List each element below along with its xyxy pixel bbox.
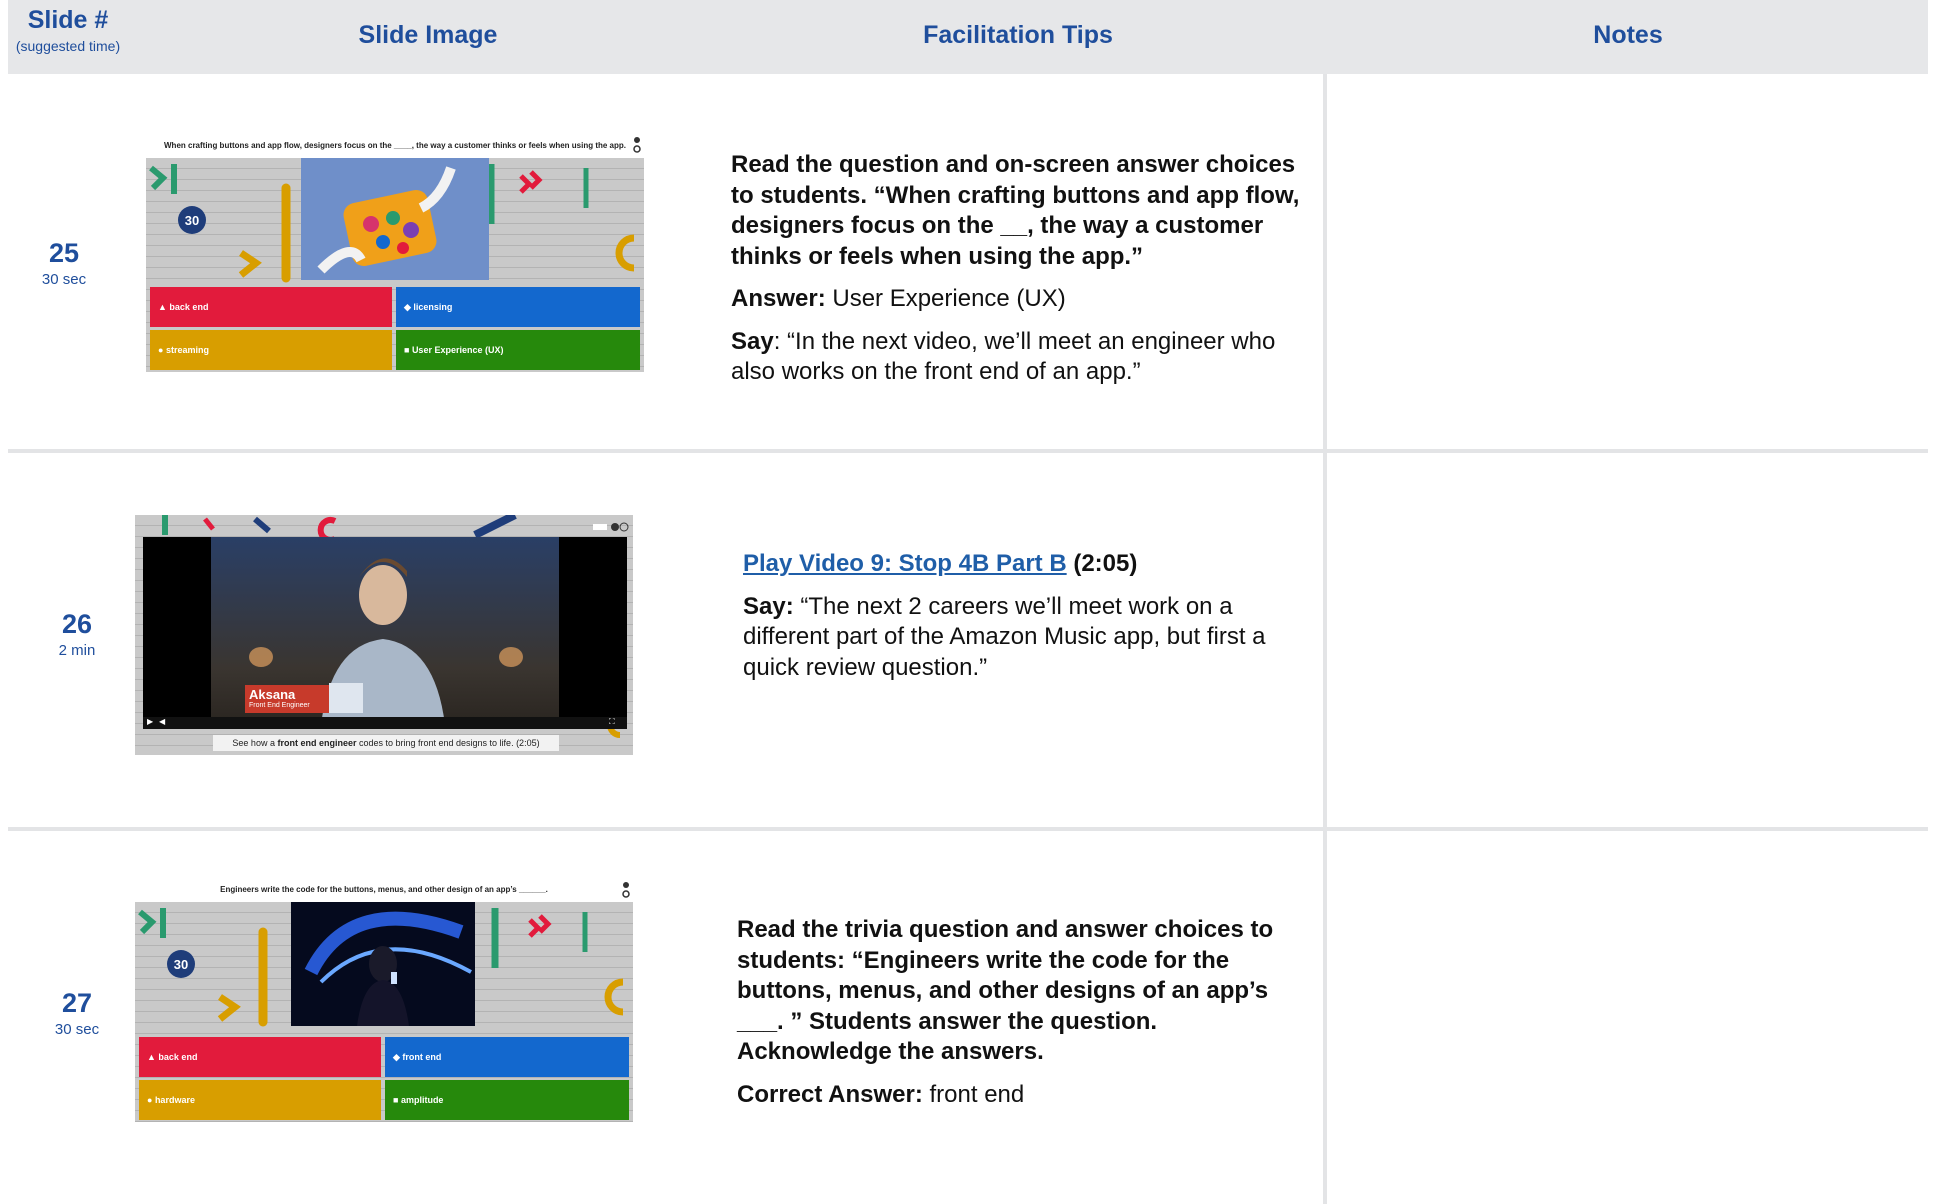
header-facilitation-tips: Facilitation Tips [923,21,1113,49]
play-video-link[interactable]: Play Video 9: Stop 4B Part B [743,550,1067,577]
slide-number: 26 [61,609,93,639]
circle-icon: ● [158,345,166,355]
countdown-timer: 30 [178,206,206,234]
triangle-icon: ▲ [158,302,170,312]
tablet-illustration [301,158,489,280]
notes-cell[interactable] [1330,836,1920,1196]
countdown-timer: 30 [167,950,195,978]
tip-say: Say: “In the next video, we’ll meet an e… [731,327,1276,386]
answer-option-triangle: ▲ back end [139,1037,381,1077]
slide-number-cell: 26 2 min [17,609,137,659]
row-divider [8,827,1928,831]
video-overlay-icons [593,519,629,532]
header-slide-number-title: Slide # [27,6,109,34]
video-slide-thumbnail: Aksana Front End Engineer ▶ ◀ ⛶ See how … [135,515,633,755]
slide-question: Engineers write the code for the buttons… [220,885,548,894]
facilitation-tips-cell: Play Video 9: Stop 4B Part B (2:05) Say:… [743,549,1313,695]
lower-third-name-tag: Aksana Front End Engineer [245,685,329,713]
answer-option-diamond: ◆ licensing [396,287,640,327]
answer-option-diamond: ◆ front end [385,1037,629,1077]
diamond-icon: ◆ [393,1051,403,1062]
answer-option-triangle: ▲ back end [150,287,392,327]
suggested-time: 2 min [58,642,96,659]
facilitation-tips-cell: Read the question and on-screen answer c… [731,150,1311,400]
slide-thumbnail: Engineers write the code for the buttons… [135,880,633,1122]
tip-answer: Correct Answer: front end [737,1080,1025,1108]
answer-option-square: ■ User Experience (UX) [396,330,640,370]
suggested-time: 30 sec [41,271,87,288]
fullscreen-icon[interactable]: ⛶ [609,717,615,727]
header-notes: Notes [1593,21,1663,49]
diamond-icon: ◆ [404,301,414,312]
tip-question: Read the question and on-screen answer c… [731,151,1300,270]
phone-user-illustration [291,902,475,1026]
slide-number: 27 [61,988,93,1018]
header-slide-image: Slide Image [358,21,498,49]
square-icon: ■ [404,345,412,355]
tip-video-link: Play Video 9: Stop 4B Part B (2:05) [743,550,1138,577]
slide-question: When crafting buttons and app flow, desi… [164,141,626,150]
suggested-time: 30 sec [54,1021,100,1038]
tip-answer: Answer: User Experience (UX) [731,285,1066,312]
slide-thumbnail: When crafting buttons and app flow, desi… [146,132,644,372]
answer-option-circle: ● streaming [150,330,392,370]
facilitation-tips-cell: Read the trivia question and answer choi… [737,915,1282,1122]
volume-icon[interactable]: ◀ [159,717,165,726]
column-divider [1323,74,1327,1204]
answer-option-square: ■ amplitude [385,1080,629,1120]
kahoot-menu-icon [622,881,630,899]
triangle-icon: ▲ [147,1052,159,1062]
header-slide-number-subtitle: (suggested time) [15,38,121,54]
play-icon[interactable]: ▶ [147,717,153,726]
kahoot-menu-icon [633,136,641,154]
square-icon: ■ [393,1095,401,1105]
slide-number: 25 [48,238,80,268]
tip-say: Say: “The next 2 careers we’ll meet work… [743,592,1266,681]
table-header: Slide # (suggested time) Slide Image Fac… [8,0,1928,74]
header-slide-number: Slide # (suggested time) [8,0,128,80]
row-divider [8,449,1928,453]
video-player[interactable]: Aksana Front End Engineer ▶ ◀ ⛶ [143,537,627,729]
code-graphic-icon [329,683,363,713]
notes-cell[interactable] [1330,458,1920,823]
video-caption: See how a front end engineer codes to br… [213,735,559,751]
video-controls-bar[interactable]: ▶ ◀ ⛶ [143,717,627,729]
tip-question: Read the trivia question and answer choi… [737,916,1274,1065]
slide-number-cell: 27 30 sec [17,988,137,1038]
answer-option-circle: ● hardware [139,1080,381,1120]
notes-cell[interactable] [1330,80,1920,445]
slide-number-cell: 25 30 sec [4,238,124,288]
circle-icon: ● [147,1095,155,1105]
